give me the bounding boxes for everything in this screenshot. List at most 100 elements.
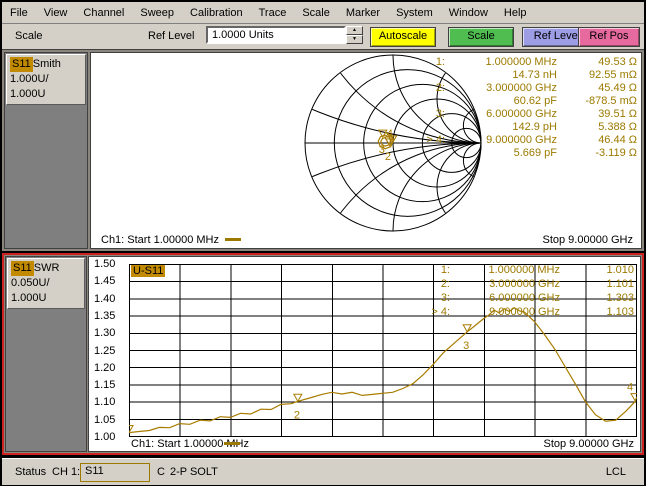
marker-value: 49.53 Ω [598,56,637,68]
marker-number: 3: [435,108,445,120]
menu-item-marker[interactable]: Marker [338,4,388,22]
ch2-stop-label: Stop 9.00000 GHz [543,438,634,450]
menu-bar: File View Channel Sweep Calibration Trace Scal… [2,2,644,24]
sweep-indicator [225,238,241,241]
cal-type-label: 2-P SOLT [170,466,218,478]
trace-title-chip: U-S11 [131,265,166,277]
marker-frequency: 3.000000 GHz [489,278,560,290]
ref-pos-button[interactable]: Ref Pos [578,27,640,47]
measurement-box[interactable]: S11 [80,463,150,482]
y-axis-tick: 1.30 [94,327,116,340]
marker-frequency: 9.000000 GHz [489,306,560,318]
menu-item-trace[interactable]: Trace [251,4,295,22]
y-axis-tick: 1.35 [94,309,116,322]
marker-value: 1.103 [606,306,634,318]
ch1-stop-label: Stop 9.00000 GHz [542,234,633,246]
marker-value: 45.49 Ω [598,82,637,94]
menu-item-sweep[interactable]: Sweep [132,4,182,22]
swr-marker-label: 2 [294,409,300,421]
y-axis-tick: 1.50 [94,258,116,270]
softkey-title: Scale [15,30,43,42]
ref-level-input[interactable] [206,26,346,44]
menu-item-system[interactable]: System [388,4,441,22]
smith-marker-label: 4 [387,128,393,140]
menu-item-window[interactable]: Window [441,4,496,22]
marker-frequency: 6.000000 GHz [489,292,560,304]
channel2-marker-readout: 1: 1.000000 MHz 1.010 2: 3.000000 GHz 1.101 3:… [410,263,634,319]
marker-frequency: 6.000000 GHz [486,108,557,120]
channel2-trace-statusbox[interactable]: S11 SWR 0.050U/ 1.000U [7,258,85,309]
channel2-ref-value: 1.000U [11,292,47,304]
marker-number: 2: [435,82,445,94]
marker-value: 1.101 [606,278,634,290]
marker-reactance: -878.5 mΩ [585,95,637,107]
channel-indicator: CH 1: [52,466,81,478]
y-axis-tick: 1.40 [94,292,116,305]
channel2-scale-value: 0.050U/ [11,277,50,289]
ref-level-label: Ref Level [148,30,195,42]
channel1-trace-chip: S11 [10,57,33,72]
spinner-down-button[interactable]: ▼ [346,35,363,44]
channel1-trace-statusbox[interactable]: S11 Smith 1.000U/ 1.000U [6,54,86,105]
swr-marker-label: 4 [627,382,633,394]
scale-button[interactable]: Scale [448,27,514,47]
lcl-indicator: LCL [605,466,626,478]
toolbar: Scale Ref Level ▲ ▼ AutoscaleScaleRef Le… [2,24,644,50]
y-axis-tick: 1.25 [94,344,116,357]
y-axis-tick: 1.15 [94,379,116,392]
sweep-indicator-2 [224,442,240,445]
spinner-up-button[interactable]: ▲ [346,26,363,35]
menu-item-scale[interactable]: Scale [294,4,338,22]
swr-marker-3[interactable] [462,324,473,333]
marker-reactance: -3.119 Ω [595,147,637,159]
channel1-format-label: Smith [32,58,61,70]
marker-equivalent: 5.669 pF [513,147,557,159]
marker-frequency: 1.000000 MHz [488,264,560,276]
channel1-marker-readout: 1: 1.000000 MHz 49.53 Ω 14.73 nH 92.55 mΩ 2: 3… [409,56,637,160]
ch1-start-label: Ch1: Start 1.00000 MHz [101,234,220,246]
menu-item-view[interactable]: View [36,4,76,22]
marker-frequency: 9.000000 GHz [486,134,557,146]
swr-marker-label: 3 [463,340,469,352]
channel1-ref-value: 1.000U [10,88,46,100]
marker-reactance: 92.55 mΩ [589,69,637,81]
y-axis-tick: 1.45 [94,275,116,288]
marker-value: 46.44 Ω [598,134,637,146]
autoscale-button[interactable]: Autoscale [370,27,436,47]
marker-equivalent: 14.73 nH [512,69,557,81]
marker-value: 1.303 [606,292,634,304]
marker-equivalent: 60.62 pF [513,95,557,107]
channel1-panel: S11 Smith 1.000U/ 1.000U 234 1: 1.000000 M… [2,50,644,251]
smith-marker-label: 2 [385,151,391,163]
menu-item-file[interactable]: File [2,4,36,22]
status-label: Status [15,466,47,478]
marker-number: 1: [440,264,450,276]
ref-level-spinner: ▲ ▼ [346,26,363,44]
marker-value: 1.010 [606,264,634,276]
marker-number: 2: [440,278,450,290]
marker-number: 3: [440,292,450,304]
y-axis-tick: 1.00 [94,431,116,443]
swr-chart-area[interactable]: 1.50 1.45 1.40 1.35 1.30 1.25 1.20 1.15 1.10 1.05… [88,256,641,452]
marker-equivalent: 142.9 pH [512,121,557,133]
channel1-sidebar: S11 Smith 1.000U/ 1.000U [4,52,88,249]
menu-item-calibration[interactable]: Calibration [182,4,251,22]
marker-reactance: 5.388 Ω [598,121,637,133]
menu-item-help[interactable]: Help [496,4,535,22]
marker-frequency: 1.000000 MHz [485,56,557,68]
correction-status: C [157,466,165,478]
y-axis-tick: 1.05 [94,413,116,426]
marker-frequency: 3.000000 GHz [486,82,557,94]
smith-chart-area[interactable]: 234 1: 1.000000 MHz 49.53 Ω 14.73 nH 92.55 m… [90,52,642,249]
status-bar: Status CH 1: S11 C 2-P SOLT LCL [2,458,644,485]
marker-number: > 4: [426,134,445,146]
menu-item-channel[interactable]: Channel [75,4,132,22]
channel1-scale-value: 1.000U/ [10,73,49,85]
y-axis-tick: 1.20 [94,361,116,374]
marker-number: > 4: [431,306,450,318]
channel2-sidebar: S11 SWR 0.050U/ 1.000U [5,256,87,452]
marker-number: 1: [435,56,445,68]
